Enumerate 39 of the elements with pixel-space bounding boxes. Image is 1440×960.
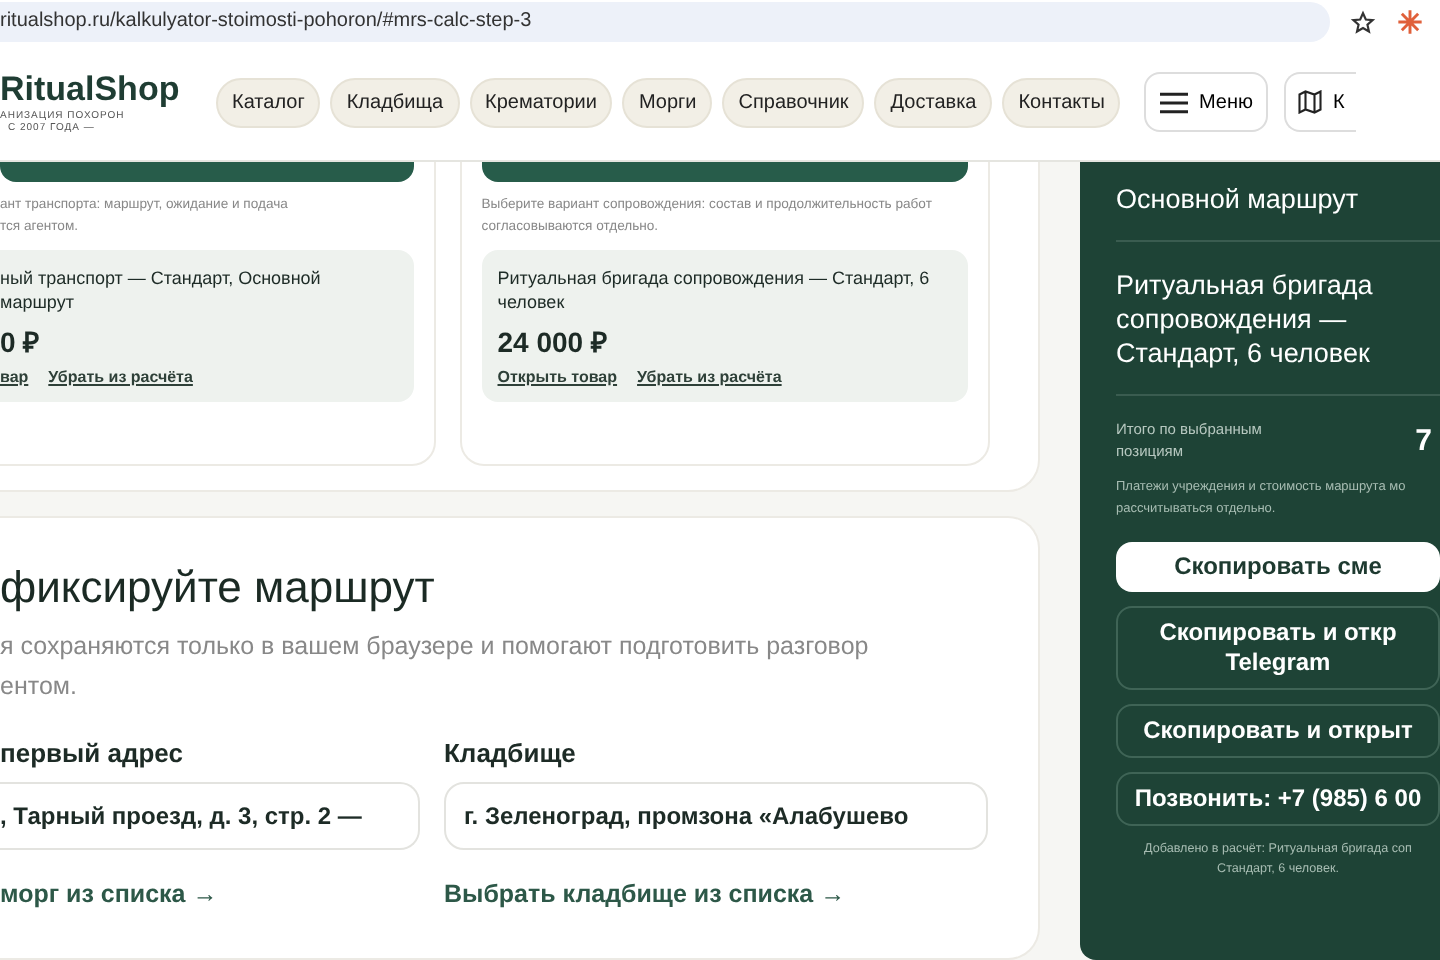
nav-link[interactable]: Контакты	[1002, 77, 1121, 127]
section-description: я сохраняются только в вашем браузере и помогают подготовить разговор	[0, 630, 871, 664]
sparkle-icon[interactable]	[1396, 8, 1424, 36]
map-button[interactable]: К	[1284, 72, 1357, 132]
menu-icon	[1160, 91, 1189, 113]
choose-link[interactable]: морг из списка →	[0, 880, 420, 908]
nav-link[interactable]: Каталог	[216, 77, 321, 127]
field-label: Кладбище	[444, 738, 578, 768]
input-field[interactable]: г. Зеленоград, промзона «Алабушево	[444, 782, 988, 850]
item-name: ный транспорт — Стандарт, Основной маршрут	[0, 266, 323, 314]
nav-link[interactable]: Крематории	[469, 77, 613, 127]
section-title: фиксируйте маршрут	[0, 562, 437, 614]
logo[interactable]: RitualShop	[0, 70, 180, 110]
total-value: 7	[1415, 423, 1432, 457]
item-link[interactable]: вар	[0, 368, 29, 386]
item-name: Ритуальная бригада сопровождения — Стандарт, 6 человек	[497, 266, 932, 314]
section-description: ентом.	[0, 670, 79, 704]
item-price: 24 000 ₽	[497, 324, 609, 360]
nav-link[interactable]: Справочник	[722, 77, 865, 127]
action-button[interactable]: Скопировать сме	[1116, 542, 1440, 592]
input-field[interactable]: , Тарный проезд, д. 3, стр. 2 —	[0, 782, 420, 850]
item-link[interactable]: Убрать из расчёта	[637, 368, 782, 386]
summary-item: Основной маршрут	[1116, 170, 1440, 242]
map-icon	[1298, 90, 1323, 114]
item-link[interactable]: Убрать из расчёта	[48, 368, 193, 386]
nav-link[interactable]: Доставка	[874, 77, 993, 127]
summary-item: Ритуальная бригада сопровождения — Стандарт, 6 человек	[1116, 256, 1440, 396]
item-price: 0 ₽	[0, 324, 42, 360]
action-button[interactable]: Позвонить: +7 (985) 6 00	[1116, 772, 1440, 826]
address-bar[interactable]: ritualshop.ru/kalkulyator-stoimosti-pohoron/#mrs-calc-step-3	[0, 2, 1330, 42]
field-label: первый адрес	[0, 738, 185, 768]
star-icon[interactable]	[1350, 9, 1376, 35]
action-button[interactable]: Скопировать и откр Telegram	[1116, 606, 1440, 690]
action-button[interactable]: Скопировать и открыт	[1116, 704, 1440, 758]
nav-link[interactable]: Кладбища	[330, 77, 460, 127]
item-link[interactable]: Открыть товар	[497, 368, 618, 386]
choose-link[interactable]: Выбрать кладбище из списка →	[444, 880, 988, 908]
menu-button[interactable]: Меню	[1144, 72, 1269, 132]
nav-link[interactable]: Морги	[622, 77, 713, 127]
